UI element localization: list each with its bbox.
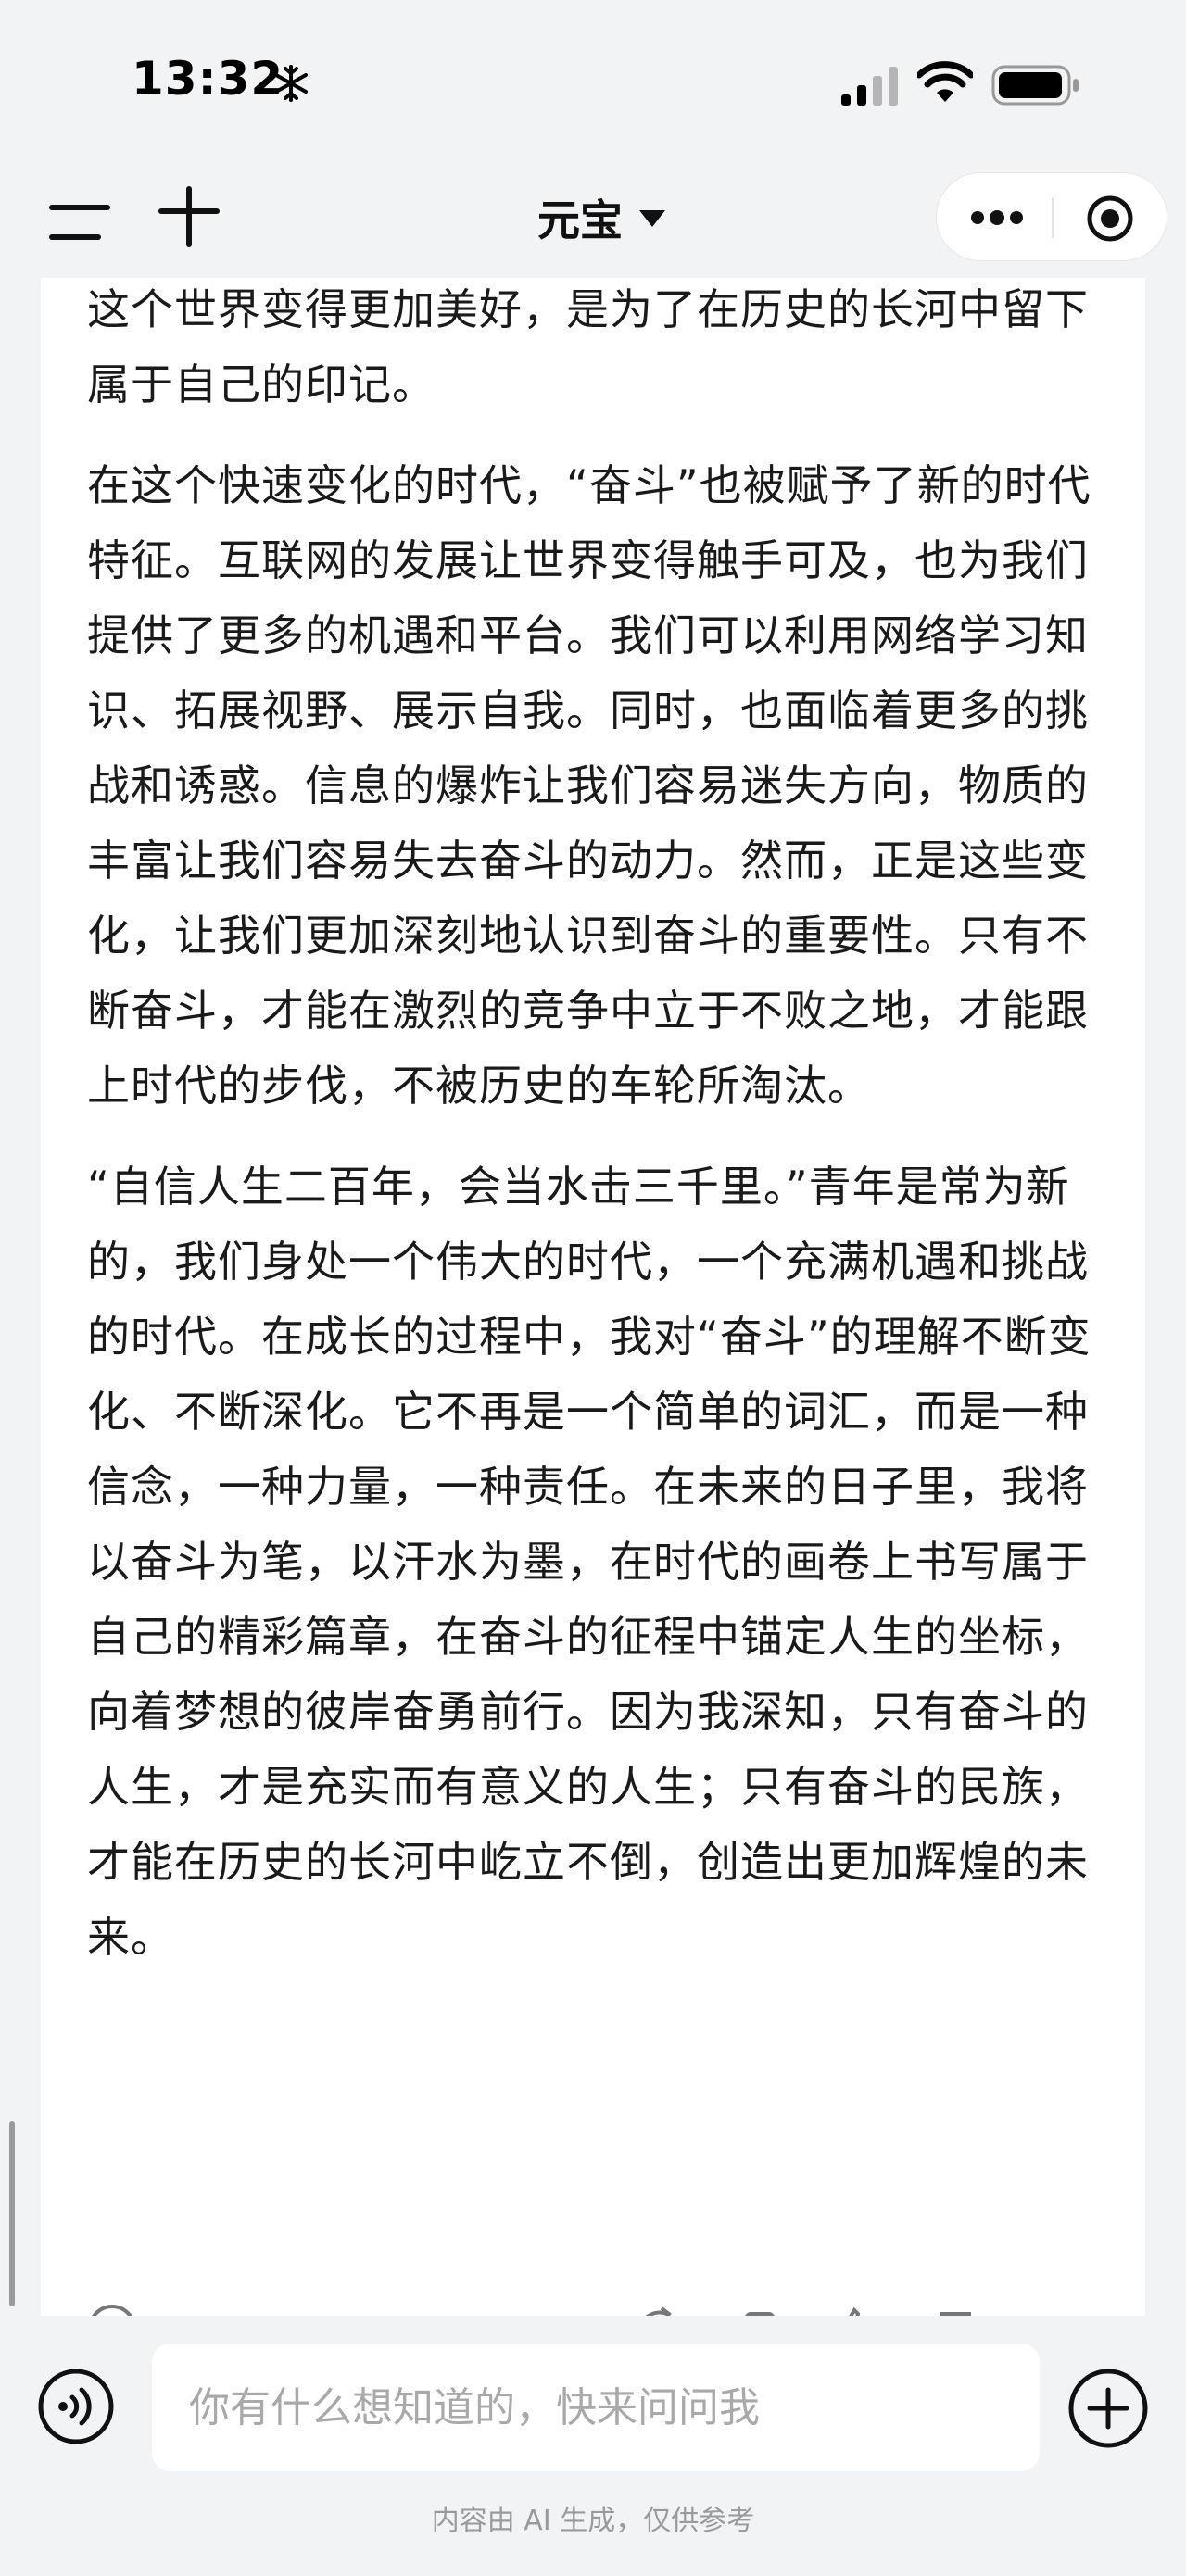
info-icon[interactable]: [87, 2292, 137, 2316]
chat-input[interactable]: [152, 2344, 1040, 2471]
more-icon[interactable]: [965, 194, 1029, 242]
thumbs-up-icon[interactable]: [828, 2292, 878, 2316]
new-chat-icon[interactable]: [156, 183, 222, 250]
status-bar: 13:32: [0, 0, 1186, 176]
bookmark-icon[interactable]: [930, 2292, 980, 2316]
input-bar: 内容由 AI 生成，仅供参考: [0, 2316, 1186, 2576]
message-paragraph: 在这个快速变化的时代，“奋斗”也被赋予了新的时代特征。互联网的发展让世界变得触手…: [87, 460, 1091, 1111]
share-icon[interactable]: [1023, 2292, 1073, 2316]
voice-icon[interactable]: [37, 2368, 115, 2445]
app-title-dropdown[interactable]: 元宝: [537, 183, 665, 252]
refresh-icon[interactable]: [630, 2292, 680, 2316]
mini-program-capsule: [936, 172, 1167, 261]
nav-bar: 元宝: [0, 167, 1186, 278]
app-screen: 13:32 元宝 这个世界变得更加美好，是为了在历史的长河中留下属于自己的印记。…: [0, 0, 1186, 2576]
message-paragraph: “自信人生二百年，会当水击三千里。”青年是常为新的，我们身处一个伟大的时代，一个…: [87, 1162, 1091, 1962]
wifi-icon: [917, 61, 973, 102]
caret-down-icon: [639, 210, 665, 227]
message-actions: [41, 2292, 1145, 2316]
target-icon[interactable]: [1085, 194, 1135, 244]
message-paragraph: 这个世界变得更加美好，是为了在历史的长河中留下属于自己的印记。: [87, 284, 1089, 409]
status-time: 13:32: [132, 52, 284, 106]
chat-message-content: 这个世界变得更加美好，是为了在历史的长河中留下属于自己的印记。 在这个快速变化的…: [41, 278, 1145, 2316]
capsule-divider: [1052, 197, 1054, 238]
menu-icon[interactable]: [46, 187, 113, 254]
add-icon[interactable]: [1067, 2368, 1149, 2449]
scroll-indicator[interactable]: [9, 2121, 15, 2306]
signal-icon: [841, 67, 898, 106]
ai-disclaimer: 内容由 AI 生成，仅供参考: [431, 2505, 755, 2537]
copy-icon[interactable]: [734, 2292, 784, 2316]
battery-icon: [991, 65, 1079, 106]
snowflake-icon: [274, 65, 308, 102]
page-title: 元宝: [537, 195, 623, 245]
